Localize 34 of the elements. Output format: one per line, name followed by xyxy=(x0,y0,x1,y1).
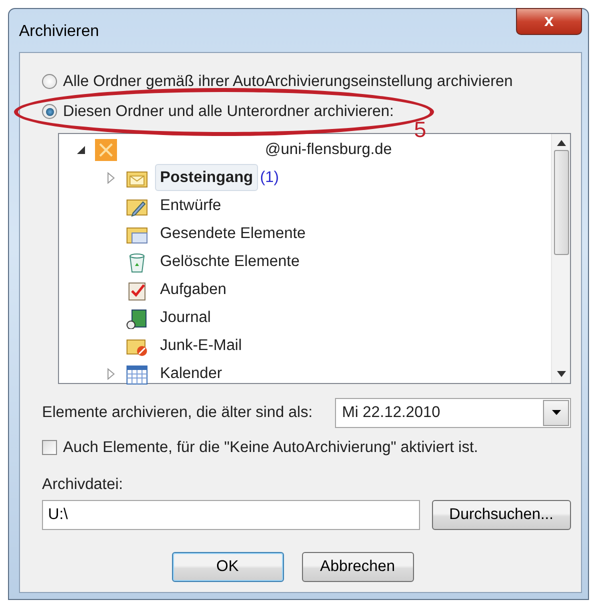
scroll-down-arrow-icon[interactable] xyxy=(556,370,566,376)
cancel-button[interactable]: Abbrechen xyxy=(302,552,414,582)
radio-label: Diesen Ordner und alle Unterordner archivieren: xyxy=(63,102,394,122)
tree-item[interactable]: Junk-E-Mail xyxy=(155,332,247,360)
collapse-arrow-icon[interactable] xyxy=(75,144,87,156)
annotation-number: 5 xyxy=(414,118,426,140)
tree-item[interactable]: Journal xyxy=(155,304,216,332)
scrollbar[interactable] xyxy=(551,134,570,382)
close-button[interactable]: x xyxy=(516,8,582,35)
ok-button[interactable]: OK xyxy=(172,552,284,582)
date-dropdown[interactable]: Mi 22.12.2010 xyxy=(335,398,571,428)
scroll-up-arrow-icon[interactable] xyxy=(556,140,566,146)
tree-item[interactable]: Gelöschte Elemente xyxy=(155,248,305,276)
tree-item[interactable]: Entwürfe xyxy=(155,192,226,220)
radio-label: Alle Ordner gemäß ihrer AutoArchivierungseinstellung archivieren xyxy=(63,72,513,92)
field-label: Elemente archivieren, die älter sind als: xyxy=(42,402,313,423)
checkbox-label: Auch Elemente, für die "Keine AutoArchivierung" aktiviert ist. xyxy=(63,438,478,458)
tree-item[interactable]: Kalender xyxy=(155,360,228,388)
account-label[interactable]: @uni-flensburg.de xyxy=(265,138,392,162)
tree-item[interactable]: Aufgaben xyxy=(155,276,232,304)
unread-count: (1) xyxy=(260,168,279,188)
journal-icon xyxy=(125,306,149,328)
checkbox[interactable] xyxy=(42,440,57,455)
radio-button[interactable] xyxy=(42,104,57,119)
expand-arrow-icon[interactable] xyxy=(105,368,117,380)
tree-item[interactable]: Gesendete Elemente xyxy=(155,220,311,248)
dropdown-arrow-icon[interactable] xyxy=(552,410,560,415)
field-label: Archivdatei: xyxy=(42,476,123,493)
expand-arrow-icon[interactable] xyxy=(105,172,117,184)
input-field[interactable]: U:\ xyxy=(42,500,420,530)
browse-button[interactable]: Durchsuchen... xyxy=(432,500,571,530)
window-title: Archivieren xyxy=(19,22,100,42)
tree-item[interactable]: Posteingang xyxy=(155,164,258,192)
radio-button[interactable] xyxy=(42,74,57,89)
